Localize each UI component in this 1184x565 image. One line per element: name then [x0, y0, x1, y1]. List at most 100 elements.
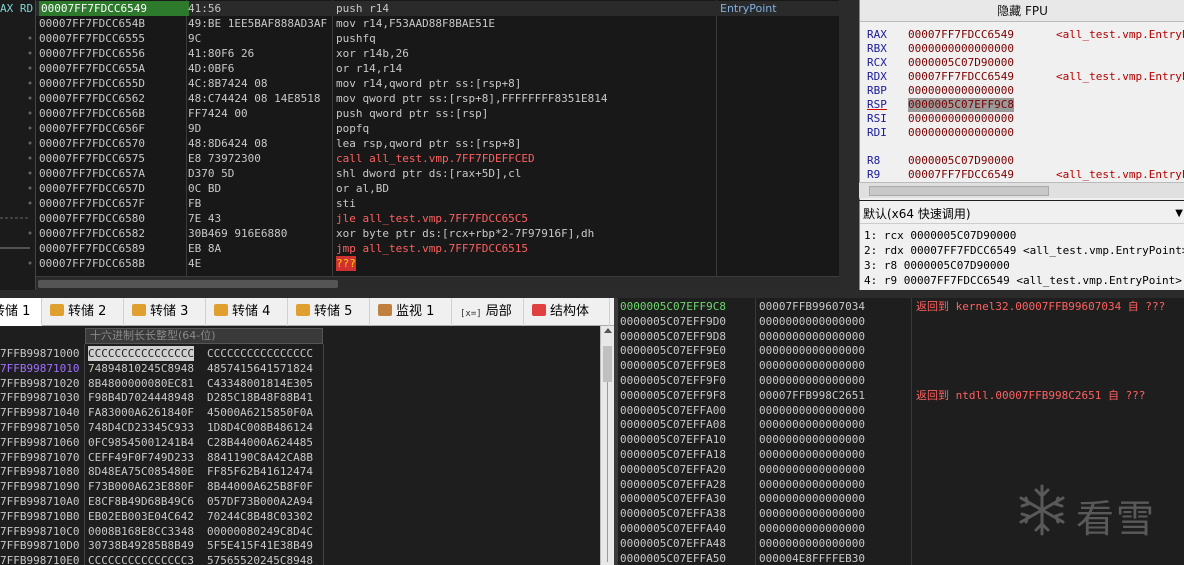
- disasm-row[interactable]: 00007FF7FDCC655D 4C:8B7424 08 mov r14,qwor…: [36, 76, 839, 91]
- chevron-down-icon[interactable]: ▼: [1175, 204, 1183, 224]
- register-value[interactable]: 00007FF7FDCC6549: [908, 70, 1014, 84]
- dump-qword[interactable]: F73B000A623E880F: [88, 479, 194, 494]
- dump-row[interactable]: 7FFB998710B0 EB02EB003E04C642 70244C8B48C0…: [0, 509, 600, 524]
- stack-row[interactable]: 0000005C07EFFA10 0000000000000000: [618, 432, 1184, 447]
- stack-row[interactable]: 0000005C07EFF9E8 0000000000000000: [618, 358, 1184, 373]
- dump-qword[interactable]: 8B44000A625B8F0F: [207, 479, 313, 494]
- stack-value[interactable]: 0000000000000000: [759, 343, 865, 358]
- horizontal-splitter[interactable]: [0, 290, 1184, 298]
- dump-qword[interactable]: F98B4D7024448948: [88, 390, 194, 405]
- disasm-row[interactable]: 00007FF7FDCC6580 7E 43 jle all_test.vmp.7F…: [36, 211, 839, 226]
- dump-qword[interactable]: E8CF8B49D68B49C6: [88, 494, 194, 509]
- disasm-row[interactable]: 00007FF7FDCC657A D370 5D shl dword ptr ds:…: [36, 166, 839, 181]
- dump-qword[interactable]: 0FC98545001241B4: [88, 435, 194, 450]
- dump-qword[interactable]: 057DF73B000A2A94: [207, 494, 313, 509]
- dump-row[interactable]: 7FFB998710C0 0008B168E8CC3348 00000080249C…: [0, 524, 600, 539]
- tab-dump-8[interactable]: 结构体: [524, 298, 610, 326]
- disasm-row[interactable]: 00007FF7FDCC6555 9C pushfq: [36, 31, 839, 46]
- dump-row[interactable]: 7FFB99871000 CCCCCCCCCCCCCCCC CCCCCCCCCCCC…: [0, 346, 600, 361]
- stack-value[interactable]: 0000000000000000: [759, 521, 865, 536]
- stack-row[interactable]: 0000005C07EFFA08 0000000000000000: [618, 417, 1184, 432]
- dump-row[interactable]: 7FFB99871040 FA83000A6261840F 45000A621585…: [0, 405, 600, 420]
- register-row[interactable]: RBX 0000000000000000: [860, 42, 1184, 56]
- scrollbar-thumb[interactable]: [869, 186, 1049, 196]
- dump-column-header[interactable]: 十六进制长长整型(64-位): [85, 328, 323, 344]
- call-convention-select[interactable]: 默认(x64 快速调用) ▼: [860, 204, 1184, 224]
- dump-qword[interactable]: CCCCCCCCCCCCCCCC: [207, 346, 313, 361]
- stack-row[interactable]: 0000005C07EFF9D8 0000000000000000: [618, 329, 1184, 344]
- register-row[interactable]: R8 0000005C07D90000: [860, 154, 1184, 168]
- dump-vertical-scrollbar[interactable]: [600, 326, 614, 565]
- register-value[interactable]: 0000000000000000: [908, 84, 1014, 98]
- scroll-up-icon[interactable]: [604, 328, 612, 333]
- register-value[interactable]: 0000005C07D90000: [908, 56, 1014, 70]
- dump-row[interactable]: 7FFB99871030 F98B4D7024448948 D285C18B48F8…: [0, 390, 600, 405]
- disasm-row[interactable]: 00007FF7FDCC658B 4E???: [36, 256, 839, 271]
- dump-row[interactable]: 7FFB998710E0 CCCCCCCCCCCCCCC3 57565520245C…: [0, 553, 600, 565]
- dump-qword[interactable]: EB02EB003E04C642: [88, 509, 194, 524]
- call-argument[interactable]: 1: rcx 0000005C07D90000: [864, 229, 1016, 242]
- tab-dump-1[interactable]: 转储 1: [0, 298, 42, 326]
- register-value[interactable]: 0000000000000000: [908, 112, 1014, 126]
- dump-qword[interactable]: 00000080249C8D4C: [207, 524, 313, 539]
- stack-row[interactable]: 0000005C07EFF9C8 00007FFB99607034 返回到 kern…: [618, 299, 1184, 314]
- dump-row[interactable]: 7FFB99871060 0FC98545001241B4 C28B44000A62…: [0, 435, 600, 450]
- stack-value[interactable]: 0000000000000000: [759, 403, 865, 418]
- stack-value[interactable]: 0000000000000000: [759, 314, 865, 329]
- register-value[interactable]: 00007FF7FDCC6549: [908, 168, 1014, 182]
- stack-row[interactable]: 0000005C07EFFA20 0000000000000000: [618, 462, 1184, 477]
- stack-row[interactable]: 0000005C07EFF9F0 0000000000000000: [618, 373, 1184, 388]
- dump-qword[interactable]: FA83000A6261840F: [88, 405, 194, 420]
- dump-qword[interactable]: 70244C8B48C03302: [207, 509, 313, 524]
- disasm-row[interactable]: 00007FF7FDCC6556 41:80F6 26 xor r14b,26: [36, 46, 839, 61]
- stack-row[interactable]: 0000005C07EFFA50 000004E8FFFFEB30: [618, 551, 1184, 565]
- stack-value[interactable]: 0000000000000000: [759, 432, 865, 447]
- stack-value[interactable]: 0000000000000000: [759, 329, 865, 344]
- register-row[interactable]: RAX 00007FF7FDCC6549 <all_test.vmp.EntryPo…: [860, 28, 1184, 42]
- dump-qword[interactable]: 5F5E415F41E38B49: [207, 538, 313, 553]
- scrollbar-thumb[interactable]: [603, 346, 612, 382]
- stack-row[interactable]: 0000005C07EFFA18 0000000000000000: [618, 447, 1184, 462]
- stack-row[interactable]: 0000005C07EFF9E0 0000000000000000: [618, 343, 1184, 358]
- stack-value[interactable]: 0000000000000000: [759, 536, 865, 551]
- dump-qword[interactable]: CCCCCCCCCCCCCCC3: [88, 553, 194, 565]
- dump-qword[interactable]: FF85F62B41612474: [207, 464, 313, 479]
- call-argument[interactable]: 3: r8 0000005C07D90000: [864, 259, 1010, 272]
- disasm-row[interactable]: 00007FF7FDCC657F FB sti: [36, 196, 839, 211]
- disasm-row[interactable]: 00007FF7FDCC657D 0C BD or al,BD: [36, 181, 839, 196]
- dump-qword[interactable]: C28B44000A624485: [207, 435, 313, 450]
- stack-value[interactable]: 0000000000000000: [759, 358, 865, 373]
- tab-dump-2[interactable]: 转储 2: [42, 298, 124, 326]
- dump-row[interactable]: 7FFB99871080 8D48EA75C085480E FF85F62B4161…: [0, 464, 600, 479]
- stack-value[interactable]: 00007FFB99607034: [759, 299, 865, 314]
- dump-row[interactable]: 7FFB99871020 8B4800000080EC81 C43348001814…: [0, 376, 600, 391]
- dump-row[interactable]: 7FFB99871070 CEFF49F0F749D233 8841190C8A42…: [0, 450, 600, 465]
- call-argument[interactable]: 4: r9 00007FF7FDCC6549 <all_test.vmp.Ent…: [864, 274, 1182, 287]
- stack-value[interactable]: 0000000000000000: [759, 447, 865, 462]
- register-value[interactable]: 00007FF7FDCC6549: [908, 28, 1014, 42]
- disasm-row[interactable]: 00007FF7FDCC656F 9D popfq: [36, 121, 839, 136]
- dump-qword[interactable]: 748D4CD23345C933: [88, 420, 194, 435]
- dump-qword[interactable]: 0008B168E8CC3348: [88, 524, 194, 539]
- stack-value[interactable]: 0000000000000000: [759, 462, 865, 477]
- stack-value[interactable]: 00007FFB998C2651: [759, 388, 865, 403]
- tab-dump-3[interactable]: 转储 3: [124, 298, 206, 326]
- stack-value[interactable]: 0000000000000000: [759, 491, 865, 506]
- stack-value[interactable]: 000004E8FFFFEB30: [759, 551, 865, 565]
- disasm-row[interactable]: 00007FF7FDCC656B FF7424 00 push qword ptr …: [36, 106, 839, 121]
- dump-row[interactable]: 7FFB99871010 74894810245C8948 485741564157…: [0, 361, 600, 376]
- stack-row[interactable]: 0000005C07EFF9D0 0000000000000000: [618, 314, 1184, 329]
- dump-qword[interactable]: 30738B49285B8B49: [88, 538, 194, 553]
- stack-value[interactable]: 0000000000000000: [759, 477, 865, 492]
- register-row[interactable]: RCX 0000005C07D90000: [860, 56, 1184, 70]
- register-row[interactable]: RSI 0000000000000000: [860, 112, 1184, 126]
- disasm-row[interactable]: 00007FF7FDCC6570 48:8D6424 08 lea rsp,qwor…: [36, 136, 839, 151]
- tab-dump-5[interactable]: 转储 5: [288, 298, 370, 326]
- tab-dump-6[interactable]: 监视 1: [370, 298, 452, 326]
- dump-qword[interactable]: 8B4800000080EC81: [88, 376, 194, 391]
- dump-qword[interactable]: 57565520245C8948: [207, 553, 313, 565]
- disassembly-view[interactable]: 00007FF7FDCC6549 41:56 push r14 EntryPoint 0…: [36, 0, 839, 276]
- register-value[interactable]: 0000005C07D90000: [908, 154, 1014, 168]
- register-row[interactable]: RSP 0000005C07EFF9C8: [860, 98, 1184, 112]
- disasm-row[interactable]: 00007FF7FDCC6575 E8 73972300 call all_test…: [36, 151, 839, 166]
